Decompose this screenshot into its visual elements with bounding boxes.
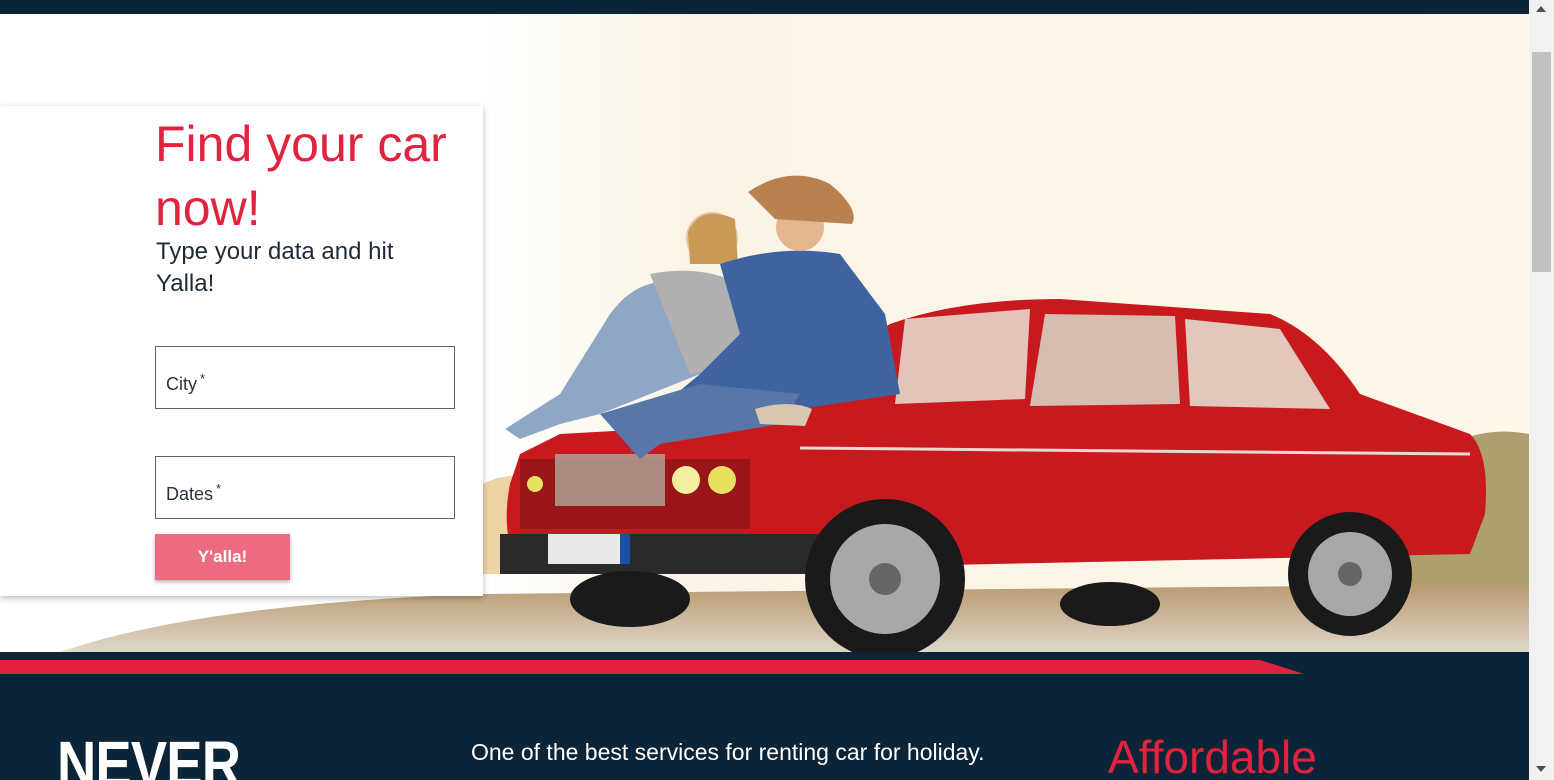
never-headline: NEVER [57,728,241,780]
city-field[interactable]: City * [155,346,455,409]
dates-field[interactable]: Dates * [155,456,455,519]
city-label-text: City [166,374,197,394]
page-scrollbar[interactable] [1529,0,1554,780]
city-label: City * [166,371,205,395]
scrollbar-thumb[interactable] [1532,52,1551,272]
search-card: Find your car now! Type your data and hi… [0,106,483,596]
yalla-submit-button[interactable]: Y'alla! [155,534,290,580]
accent-stripe [0,660,1304,674]
dates-label: Dates * [166,481,221,505]
required-mark: * [216,481,222,496]
about-section: NEVER One of the best services for renti… [0,652,1529,780]
affordable-title: Affordable [1108,731,1317,780]
scroll-down-icon[interactable] [1536,766,1546,772]
hero-subtitle: Type your data and hit Yalla! [156,238,394,297]
required-mark: * [200,371,206,386]
hero-title: Find your car now! [155,116,447,236]
scroll-up-icon[interactable] [1536,6,1546,12]
dates-label-text: Dates [166,484,214,504]
about-description: One of the best services for renting car… [471,739,985,765]
top-nav-bar [0,0,1529,14]
hero-section: Find your car now! Type your data and hi… [0,14,1529,652]
